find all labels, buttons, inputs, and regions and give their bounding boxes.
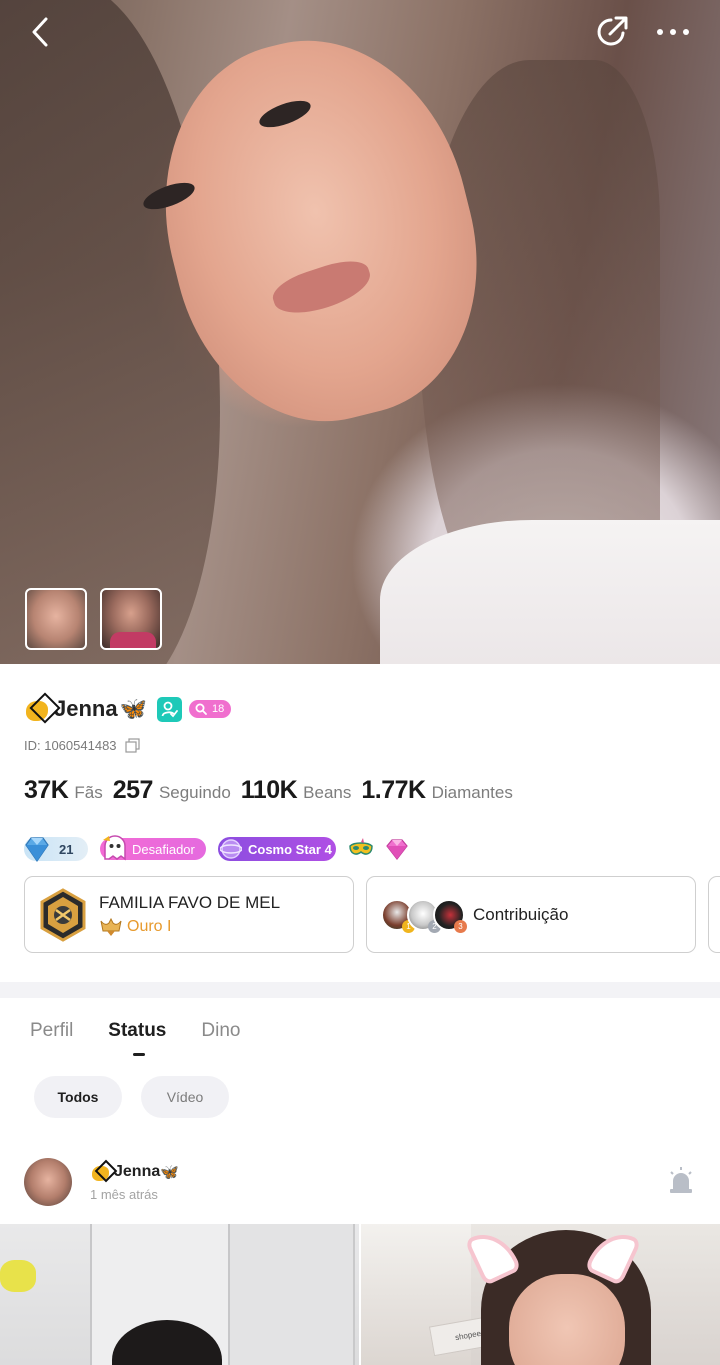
profile-cover-photo[interactable] <box>0 0 720 664</box>
tab-status[interactable]: Status <box>108 1020 166 1042</box>
next-card-peek[interactable] <box>708 876 720 953</box>
challenger-badge[interactable]: Desafiador <box>100 835 206 861</box>
gold-rank-icon <box>100 917 122 936</box>
photo-thumbnail-1[interactable] <box>25 588 87 650</box>
filter-video-button[interactable]: Vídeo <box>141 1076 229 1118</box>
image-face <box>509 1274 625 1365</box>
profile-stats: 37K Fãs 257 Seguindo 110K Beans 1.77K Di… <box>24 776 523 805</box>
siren-icon[interactable] <box>668 1166 694 1194</box>
level-badge[interactable]: 18 <box>189 700 232 718</box>
post-image-2[interactable]: shopee <box>361 1224 720 1365</box>
section-divider <box>0 982 720 998</box>
verified-icon[interactable] <box>157 696 182 722</box>
cosmo-star-badge[interactable]: Cosmo Star 4 <box>218 837 336 861</box>
level-search-icon <box>195 703 207 715</box>
following-label[interactable]: Seguindo <box>159 783 231 803</box>
contributor-avatar-3: 3 <box>433 898 467 933</box>
profile-name: Jenna <box>54 696 118 721</box>
mask-icon[interactable] <box>348 838 374 860</box>
post-image-1[interactable] <box>0 1224 359 1365</box>
filter-all-button[interactable]: Todos <box>34 1076 122 1118</box>
cover-shoulder <box>380 520 720 664</box>
diamond-level-badge[interactable]: 21 <box>24 837 88 863</box>
post-author-avatar[interactable] <box>24 1158 72 1206</box>
ghost-icon <box>103 835 126 861</box>
fans-count[interactable]: 37K <box>24 776 69 805</box>
diamond-level-number: 21 <box>59 841 74 857</box>
butterfly-icon: 🦋 <box>119 696 147 721</box>
user-id-row: ID: 1060541483 <box>24 738 140 753</box>
post-author-name[interactable]: Jenna <box>114 1163 160 1181</box>
bee-diamond-icon <box>24 692 61 724</box>
tab-dino[interactable]: Dino <box>201 1020 240 1042</box>
badges-row: 21 Desafiador Cosmo Star 4 <box>24 835 410 863</box>
active-tab-indicator <box>133 1053 145 1056</box>
back-icon[interactable] <box>22 14 58 50</box>
copy-icon[interactable] <box>124 738 140 753</box>
post-timestamp: 1 mês atrás <box>90 1187 158 1202</box>
beans-count[interactable]: 110K <box>241 776 298 805</box>
pink-gem-icon[interactable] <box>384 837 410 861</box>
photo-thumbnail-2[interactable] <box>100 588 162 650</box>
bee-diamond-icon <box>90 1159 118 1184</box>
tab-perfil[interactable]: Perfil <box>30 1020 73 1042</box>
more-icon[interactable] <box>650 14 696 50</box>
image-glove <box>0 1260 36 1292</box>
family-crest-icon <box>40 887 86 942</box>
contributor-rank-3: 3 <box>454 919 467 933</box>
following-count[interactable]: 257 <box>113 776 154 805</box>
post-author-row: Jenna 🦋 <box>90 1159 179 1184</box>
cosmo-star-label: Cosmo Star 4 <box>248 841 332 857</box>
cover-hair-left <box>0 0 220 664</box>
profile-name-row: Jenna 🦋 18 <box>24 690 232 728</box>
profile-tabs: Perfil Status Dino <box>30 1020 240 1042</box>
contribution-card[interactable]: 1 2 3 Contribuição <box>366 876 696 953</box>
level-number: 18 <box>212 703 225 715</box>
family-rank: Ouro I <box>127 917 172 935</box>
family-name: FAMILIA FAVO DE MEL <box>99 892 281 912</box>
diamond-icon <box>25 837 49 863</box>
image-door-2 <box>230 1224 355 1365</box>
family-card[interactable]: FAMILIA FAVO DE MEL Ouro I <box>24 876 354 953</box>
butterfly-icon: 🦋 <box>160 1164 179 1181</box>
planet-icon <box>220 839 242 859</box>
share-icon[interactable] <box>592 12 632 52</box>
contribution-label: Contribuição <box>473 904 569 924</box>
user-id: ID: 1060541483 <box>24 738 117 753</box>
diamonds-count[interactable]: 1.77K <box>361 776 426 805</box>
diamonds-label[interactable]: Diamantes <box>432 783 513 803</box>
top-contributors: 1 2 3 <box>381 895 471 935</box>
fans-label[interactable]: Fãs <box>74 783 102 803</box>
beans-label[interactable]: Beans <box>303 783 351 803</box>
challenger-label: Desafiador <box>132 841 195 857</box>
